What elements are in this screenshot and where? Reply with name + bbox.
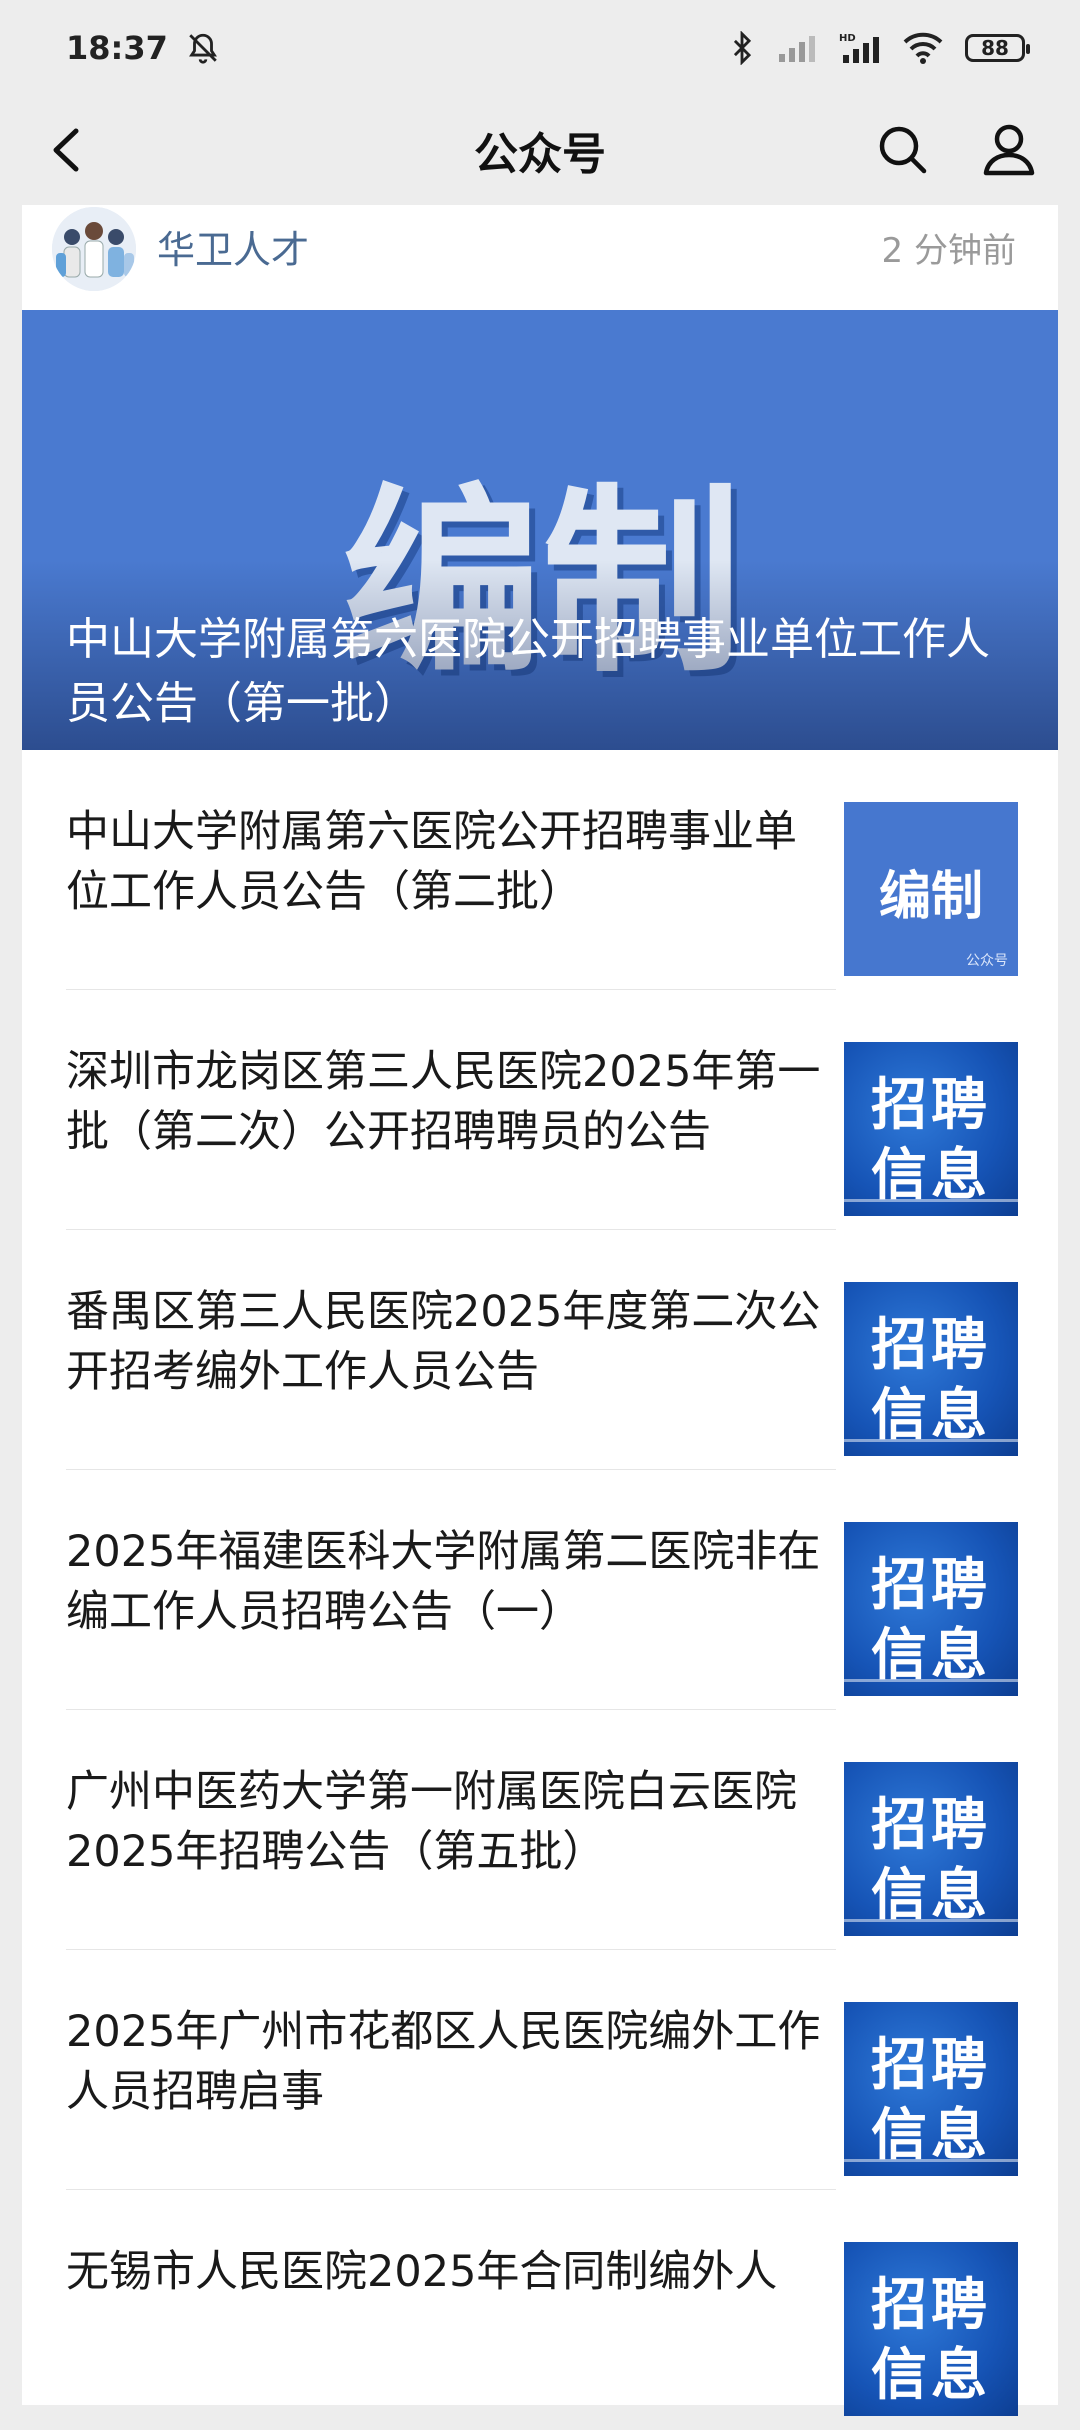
list-item[interactable]: 广州中医药大学第一附属医院白云医院2025年招聘公告（第五批） 招聘 信息 (22, 1710, 1058, 1950)
list-item[interactable]: 2025年福建医科大学附属第二医院非在编工作人员招聘公告（一） 招聘 信息 (22, 1470, 1058, 1710)
thumbnail-stripe (844, 1439, 1018, 1442)
user-icon[interactable] (976, 117, 1042, 183)
search-icon[interactable] (870, 117, 936, 183)
list-item[interactable]: 番禺区第三人民医院2025年度第二次公开招考编外工作人员公告 招聘 信息 (22, 1230, 1058, 1470)
list-item[interactable]: 2025年广州市花都区人民医院编外工作人员招聘启事 招聘 信息 (22, 1950, 1058, 2190)
battery-icon: 88 (965, 33, 1030, 62)
list-item[interactable]: 无锡市人民医院2025年合同制编外人 招聘 信息 (22, 2190, 1058, 2430)
account-name[interactable]: 华卫人才 (157, 219, 309, 274)
article-thumbnail: 招聘 信息 (844, 2242, 1018, 2416)
thumbnail-text: 招聘 (871, 1073, 991, 1138)
article-thumbnail: 招聘 信息 (844, 1522, 1018, 1696)
account-row[interactable]: 华卫人才 2 分钟前 (22, 205, 1058, 310)
page-title: 公众号 (474, 129, 606, 180)
thumbnail-stripe (844, 1919, 1018, 1922)
article-title: 番禺区第三人民医院2025年度第二次公开招考编外工作人员公告 (66, 1287, 821, 1397)
cover-title: 中山大学附属第六医院公开招聘事业单位工作人员公告（第一批） (66, 614, 990, 729)
article-title: 2025年福建医科大学附属第二医院非在编工作人员招聘公告（一） (66, 1527, 821, 1637)
status-bar: 18:37 HD 88 (0, 0, 1080, 95)
status-right: HD 88 (729, 30, 1030, 65)
article-title: 无锡市人民医院2025年合同制编外人 (66, 2247, 778, 2297)
thumbnail-text: 编制 (878, 867, 983, 927)
article-thumbnail: 招聘 信息 (844, 1762, 1018, 1936)
thumbnail-text: 招聘 (871, 2273, 991, 2338)
article-title: 中山大学附属第六医院公开招聘事业单位工作人员公告（第二批） (66, 807, 797, 917)
bluetooth-icon (729, 30, 755, 65)
post-time: 2 分钟前 (881, 231, 1016, 271)
article-thumbnail: 招聘 信息 (844, 1282, 1018, 1456)
article-title: 广州中医药大学第一附属医院白云医院2025年招聘公告（第五批） (66, 1767, 797, 1877)
article-thumbnail: 招聘 信息 (844, 1042, 1018, 1216)
svg-text:HD: HD (839, 33, 856, 44)
nav-bar: 公众号 (0, 95, 1080, 205)
thumbnail-stripe (844, 1679, 1018, 1682)
cover-article[interactable]: 编制 中山大学附属第六医院公开招聘事业单位工作人员公告（第一批） (22, 310, 1058, 750)
wifi-icon (903, 32, 943, 64)
avatar[interactable] (52, 207, 136, 291)
chevron-left-icon[interactable] (32, 117, 98, 183)
thumbnail-stripe (844, 2159, 1018, 2162)
thumbnail-stripe (844, 1199, 1018, 1202)
hd-signal-icon: HD (839, 31, 881, 65)
list-item[interactable]: 中山大学附属第六医院公开招聘事业单位工作人员公告（第二批） 编制 公众号 (22, 750, 1058, 990)
thumbnail-text: 招聘 (871, 1553, 991, 1618)
message-card: 华卫人才 2 分钟前 编制 中山大学附属第六医院公开招聘事业单位工作人员公告（第… (22, 205, 1058, 2416)
list-item[interactable]: 深圳市龙岗区第三人民医院2025年第一批（第二次）公开招聘聘员的公告 招聘 信息 (22, 990, 1058, 1230)
bell-off-icon (186, 31, 220, 65)
battery-level: 88 (981, 35, 1009, 60)
thumbnail-text: 招聘 (871, 2033, 991, 2098)
thumbnail-text: 招聘 (871, 1793, 991, 1858)
article-thumbnail: 编制 公众号 (844, 802, 1018, 976)
thumbnail-text: 信息 (871, 2343, 991, 2408)
article-thumbnail: 招聘 信息 (844, 2002, 1018, 2176)
thumbnail-watermark: 公众号 (966, 953, 1008, 969)
status-left: 18:37 (66, 29, 220, 67)
signal-icon (777, 32, 817, 64)
thumbnail-text: 招聘 (871, 1313, 991, 1378)
status-time: 18:37 (66, 28, 168, 67)
article-title: 深圳市龙岗区第三人民医院2025年第一批（第二次）公开招聘聘员的公告 (66, 1047, 821, 1157)
article-title: 2025年广州市花都区人民医院编外工作人员招聘启事 (66, 2007, 821, 2117)
